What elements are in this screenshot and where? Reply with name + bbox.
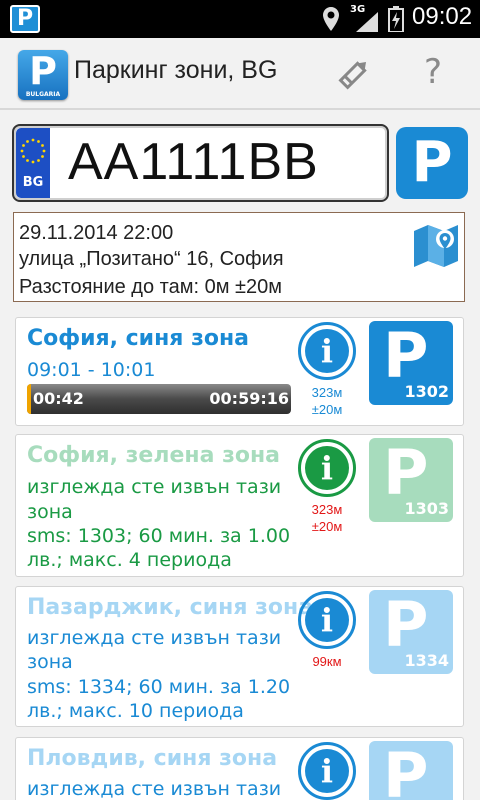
elapsed-time: 00:42	[33, 389, 84, 408]
zone-distance: 323м	[311, 502, 343, 517]
map-icon[interactable]	[412, 221, 460, 269]
location-distance: Разстояние до там: 0м ±20м	[19, 276, 282, 298]
pencil-icon[interactable]	[334, 54, 374, 94]
info-icon[interactable]: i	[298, 742, 356, 800]
location-icon	[323, 7, 339, 31]
zone-card[interactable]: Пазарджик, синя зона изглежда сте извън …	[15, 586, 464, 727]
location-address: улица „Позитано“ 16, София	[19, 248, 284, 270]
zone-title: Пазарджик, синя зона	[27, 595, 314, 620]
eu-stars-icon	[20, 138, 46, 164]
plate-country-code: BG	[22, 175, 44, 190]
clock: 09:02	[412, 3, 473, 30]
zone-tariff-line: лв.; макс. 10 периода	[27, 700, 244, 722]
info-glyph: i	[305, 329, 349, 373]
action-bar: P BULGARIA Паркинг зони, BG ?	[0, 38, 480, 110]
info-icon[interactable]: i	[298, 322, 356, 380]
park-button[interactable]: P	[396, 127, 468, 199]
progress-fill	[27, 384, 31, 414]
zone-status-line: изглежда сте извън тази	[27, 476, 282, 498]
app-logo-caption: BULGARIA	[25, 91, 61, 98]
app-logo-letter: P	[29, 49, 57, 93]
zone-distance: 323м	[311, 385, 343, 400]
zone-period: 09:01 - 10:01	[27, 359, 156, 381]
info-icon[interactable]: i	[298, 439, 356, 497]
zone-sms-number: 1302	[404, 382, 449, 401]
info-glyph: i	[305, 749, 349, 793]
zone-title: София, синя зона	[27, 326, 250, 351]
zone-title: Пловдив, синя зона	[27, 746, 278, 771]
zone-title: София, зелена зона	[27, 443, 281, 468]
zone-park-button[interactable]: P 1334	[369, 588, 453, 674]
zone-status-line: зона	[27, 651, 73, 673]
info-glyph: i	[305, 598, 349, 642]
zone-distance-accuracy: ±20м	[311, 402, 343, 417]
app-title: Паркинг зони, BG	[74, 56, 278, 84]
zone-tariff-line: sms: 1303; 60 мин. за 1.00	[27, 525, 291, 547]
location-datetime: 29.11.2014 22:00	[19, 222, 174, 244]
zone-distance: 99км	[312, 654, 342, 669]
zone-park-button[interactable]: P 1303	[369, 436, 453, 522]
help-button[interactable]: ?	[424, 52, 442, 92]
zone-tariff-line: лв.; макс. 4 периода	[27, 549, 232, 571]
info-glyph: i	[305, 446, 349, 490]
zone-tariff-line: sms: 1334; 60 мин. за 1.20	[27, 676, 291, 698]
eu-plate-band: BG	[16, 128, 50, 198]
parking-progress-bar: 00:42 00:59:16	[27, 384, 291, 414]
app-logo[interactable]: P BULGARIA	[18, 50, 68, 100]
zone-status-line: изглежда сте извън тази	[27, 778, 282, 800]
zone-status-line: изглежда сте извън тази	[27, 627, 282, 649]
zone-distance-accuracy: ±20м	[311, 519, 343, 534]
plate-number: AA1111BB	[68, 133, 319, 191]
status-bar: P 3G 09:02	[0, 0, 480, 38]
zone-sms-number: 1334	[404, 651, 449, 670]
location-info[interactable]: 29.11.2014 22:00 улица „Позитано“ 16, Со…	[13, 212, 465, 302]
battery-icon	[388, 6, 404, 32]
info-icon[interactable]: i	[298, 591, 356, 649]
signal-icon	[356, 12, 378, 32]
zone-card[interactable]: Пловдив, синя зона изглежда сте извън та…	[15, 737, 464, 800]
zone-sms-number: 1303	[404, 499, 449, 518]
license-plate-field[interactable]: BG AA1111BB	[12, 124, 389, 202]
zone-park-button[interactable]: P	[369, 739, 453, 800]
zone-park-glyph: P	[383, 739, 429, 800]
zone-status-line: зона	[27, 501, 73, 523]
zone-card[interactable]: София, зелена зона изглежда сте извън та…	[15, 434, 464, 577]
zone-park-button[interactable]: P 1302	[369, 319, 453, 405]
notification-app-icon: P	[10, 5, 40, 33]
zone-card[interactable]: София, синя зона 09:01 - 10:01 00:42 00:…	[15, 317, 464, 426]
remaining-time: 00:59:16	[209, 389, 289, 408]
